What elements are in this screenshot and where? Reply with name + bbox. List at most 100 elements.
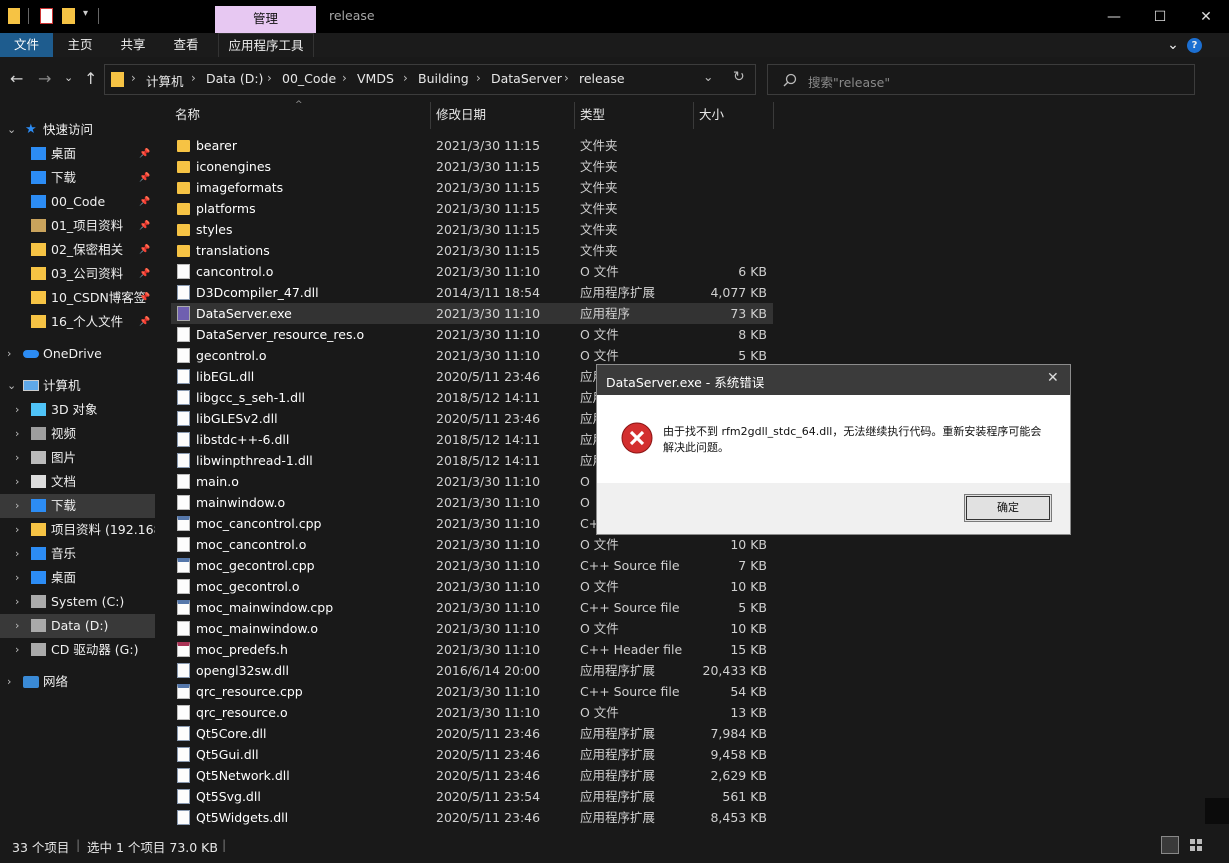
tab-share[interactable]: 共享 [111,33,155,57]
file-row[interactable]: gecontrol.o 2021/3/30 11:10 O 文件 5 KB [171,345,773,366]
chevron-right-icon[interactable]: › [15,494,19,518]
nav-network[interactable]: › 网络 [0,670,155,694]
file-row[interactable]: moc_mainwindow.o 2021/3/30 11:10 O 文件 10 KB [171,618,773,639]
up-button[interactable]: ↑ [84,69,97,88]
manage-tab[interactable]: 管理 [215,6,316,33]
breadcrumb-computer[interactable]: 计算机 [146,71,184,90]
nav-item-computer[interactable]: › Data (D:) [0,614,155,638]
file-row[interactable]: moc_gecontrol.o 2021/3/30 11:10 O 文件 10 KB [171,576,773,597]
breadcrumb-dataserver[interactable]: DataServer [491,71,562,86]
nav-item-quick[interactable]: 00_Code 📌 [0,190,155,214]
pin-icon[interactable]: 📌 [139,286,150,310]
breadcrumb-building[interactable]: Building [418,71,469,86]
nav-item-computer[interactable]: › 下载 [0,494,155,518]
column-divider[interactable] [574,102,575,129]
file-row[interactable]: Qt5Widgets.dll 2020/5/11 23:46 应用程序扩展 8,453… [171,807,773,828]
file-row[interactable]: qrc_resource.cpp 2021/3/30 11:10 C++ Sourc… [171,681,773,702]
nav-item-quick[interactable]: 16_个人文件 📌 [0,310,155,334]
properties-icon[interactable] [40,8,53,24]
column-divider[interactable] [773,102,774,129]
chevron-right-icon[interactable]: › [15,470,19,494]
dialog-close-button[interactable]: ✕ [1047,370,1059,386]
file-row[interactable]: opengl32sw.dll 2016/6/14 20:00 应用程序扩展 20,43… [171,660,773,681]
file-row[interactable]: DataServer.exe 2021/3/30 11:10 应用程序 73 KB [171,303,773,324]
nav-item-quick[interactable]: 02_保密相关 📌 [0,238,155,262]
nav-item-computer[interactable]: › 视频 [0,422,155,446]
chevron-right-icon[interactable]: › [15,422,19,446]
file-row[interactable]: iconengines 2021/3/30 11:15 文件夹 [171,156,773,177]
tab-app-tools[interactable]: 应用程序工具 [218,33,314,57]
file-row[interactable]: moc_mainwindow.cpp 2021/3/30 11:10 C++ Sou… [171,597,773,618]
file-row[interactable]: Qt5Gui.dll 2020/5/11 23:46 应用程序扩展 9,458 KB [171,744,773,765]
search-box[interactable]: 搜索"release" [767,64,1195,95]
nav-item-computer[interactable]: › CD 驱动器 (G:) [0,638,155,662]
address-bar[interactable]: › 计算机 › Data (D:) › 00_Code › VMDS › Bui… [104,64,756,95]
pin-icon[interactable]: 📌 [139,166,150,190]
file-row[interactable]: bearer 2021/3/30 11:15 文件夹 [171,135,773,156]
address-dropdown-icon[interactable]: ⌄ [703,69,713,84]
file-row[interactable]: moc_gecontrol.cpp 2021/3/30 11:10 C++ Sour… [171,555,773,576]
pin-icon[interactable]: 📌 [139,310,150,334]
nav-onedrive[interactable]: › OneDrive [0,342,155,366]
column-divider[interactable] [693,102,694,129]
nav-item-computer[interactable]: › 桌面 [0,566,155,590]
pin-icon[interactable]: 📌 [139,214,150,238]
file-row[interactable]: moc_cancontrol.o 2021/3/30 11:10 O 文件 10 KB [171,534,773,555]
nav-item-quick[interactable]: 01_项目资料 📌 [0,214,155,238]
nav-item-quick[interactable]: 桌面 📌 [0,142,155,166]
file-row[interactable]: qrc_resource.o 2021/3/30 11:10 O 文件 13 KB [171,702,773,723]
pin-icon[interactable]: 📌 [139,238,150,262]
file-row[interactable]: cancontrol.o 2021/3/30 11:10 O 文件 6 KB [171,261,773,282]
search-input[interactable]: 搜索"release" [808,72,890,91]
customize-toolbar-icon[interactable]: ▾ [83,8,93,24]
nav-item-computer[interactable]: › 音乐 [0,542,155,566]
maximize-button[interactable]: ☐ [1137,0,1183,33]
close-button[interactable]: ✕ [1183,0,1229,33]
file-row[interactable]: platforms 2021/3/30 11:15 文件夹 [171,198,773,219]
chevron-right-icon[interactable]: › [15,614,19,638]
recent-locations-button[interactable]: ⌄ [64,71,73,84]
breadcrumb-vmds[interactable]: VMDS [357,71,394,86]
tab-home[interactable]: 主页 [58,33,102,57]
chevron-right-icon[interactable]: › [15,446,19,470]
file-row[interactable]: Qt5Svg.dll 2020/5/11 23:54 应用程序扩展 561 KB [171,786,773,807]
file-row[interactable]: imageformats 2021/3/30 11:15 文件夹 [171,177,773,198]
nav-item-computer[interactable]: › System (C:) [0,590,155,614]
new-folder-icon[interactable] [62,8,75,24]
file-row[interactable]: moc_predefs.h 2021/3/30 11:10 C++ Header f… [171,639,773,660]
nav-item-quick[interactable]: 下载 📌 [0,166,155,190]
column-size[interactable]: 大小 [699,100,724,129]
tab-file[interactable]: 文件 [0,33,53,57]
pin-icon[interactable]: 📌 [139,262,150,286]
breadcrumb-data-d[interactable]: Data (D:) [206,71,263,86]
nav-item-quick[interactable]: 10_CSDN博客签 📌 [0,286,155,310]
chevron-right-icon[interactable]: › [7,670,11,694]
nav-item-computer[interactable]: › 文档 [0,470,155,494]
chevron-down-icon[interactable]: ⌄ [7,118,16,142]
breadcrumb-00-code[interactable]: 00_Code [282,71,336,86]
nav-computer[interactable]: ⌄ 计算机 [0,374,155,398]
chevron-right-icon[interactable]: › [7,342,11,366]
file-row[interactable]: styles 2021/3/30 11:15 文件夹 [171,219,773,240]
column-date[interactable]: 修改日期 [436,100,486,129]
file-row[interactable]: D3Dcompiler_47.dll 2014/3/11 18:54 应用程序扩展 4… [171,282,773,303]
chevron-right-icon[interactable]: › [15,566,19,590]
file-row[interactable]: DataServer_resource_res.o 2021/3/30 11:10… [171,324,773,345]
chevron-right-icon[interactable]: › [15,638,19,662]
large-icons-view-icon[interactable] [1187,836,1205,854]
file-row[interactable]: Qt5Core.dll 2020/5/11 23:46 应用程序扩展 7,984 KB [171,723,773,744]
nav-item-computer[interactable]: › 图片 [0,446,155,470]
expand-ribbon-icon[interactable]: ⌄ [1164,33,1182,57]
pin-icon[interactable]: 📌 [139,190,150,214]
file-row[interactable]: Qt5Network.dll 2020/5/11 23:46 应用程序扩展 2,629… [171,765,773,786]
nav-item-quick[interactable]: 03_公司资料 📌 [0,262,155,286]
help-icon[interactable]: ? [1187,38,1202,53]
chevron-down-icon[interactable]: ⌄ [7,374,16,398]
file-row[interactable]: translations 2021/3/30 11:15 文件夹 [171,240,773,261]
chevron-right-icon[interactable]: › [15,398,19,422]
forward-button[interactable]: → [38,69,51,88]
chevron-right-icon[interactable]: › [15,542,19,566]
details-view-icon[interactable] [1161,836,1179,854]
column-name[interactable]: 名称 [175,100,200,129]
nav-item-computer[interactable]: › 项目资料 (192.168. [0,518,155,542]
